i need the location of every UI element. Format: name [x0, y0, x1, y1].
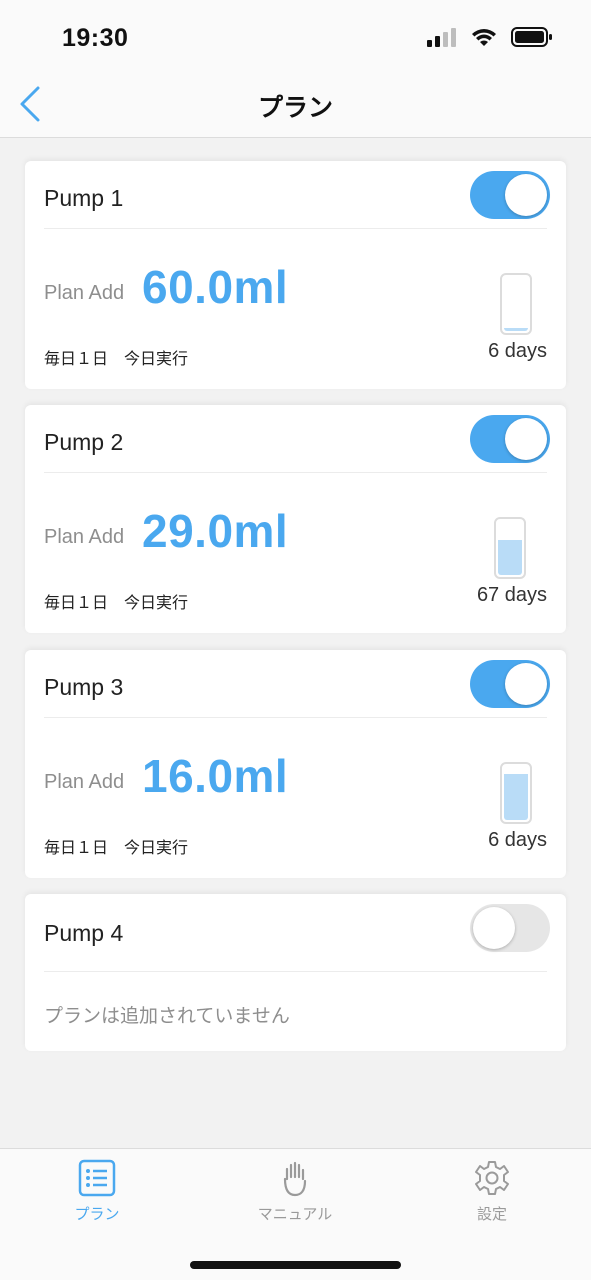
battery-icon [511, 27, 552, 47]
pump-card-1[interactable]: Pump 1 Plan Add 60.0ml 毎日１日 今日実行 6 days [25, 161, 566, 389]
plan-label: Plan Add [44, 282, 125, 304]
tab-label: プラン [74, 1206, 120, 1223]
container-fill [504, 327, 528, 331]
status-bar: 19:30 [0, 0, 591, 80]
gear-icon [475, 1161, 509, 1195]
remaining-days: 6 days [488, 829, 547, 851]
tab-settings[interactable]: 設定 [437, 1159, 547, 1229]
page-title: プラン [257, 94, 333, 122]
container-fill [504, 773, 528, 820]
wifi-icon [472, 29, 496, 46]
pump-toggle[interactable] [470, 171, 550, 219]
pump-card-2[interactable]: Pump 2 Plan Add 29.0ml 毎日１日 今日実行 67 days [25, 405, 566, 633]
remaining-days: 6 days [488, 340, 547, 362]
remaining-days: 67 days [476, 584, 547, 606]
pump-toggle[interactable] [470, 415, 550, 463]
container-level-icon [500, 762, 532, 824]
pump-card-header: Pump 3 [44, 650, 550, 718]
status-time: 19:30 [62, 24, 129, 52]
toggle-knob [505, 663, 547, 705]
toggle-knob [473, 907, 515, 949]
plan-amount: 29.0ml [142, 505, 289, 557]
pump-card-header: Pump 4 [44, 894, 550, 972]
pump-card-3[interactable]: Pump 3 Plan Add 16.0ml 毎日１日 今日実行 6 days [25, 650, 566, 878]
schedule-text: 毎日１日 今日実行 [44, 595, 189, 612]
status-icons [427, 27, 553, 47]
no-plan-text: プランは追加されていません [44, 1006, 290, 1027]
container-level-icon [494, 517, 526, 579]
cellular-signal-icon [427, 28, 456, 47]
hand-icon [283, 1161, 307, 1197]
schedule-text: 毎日１日 今日実行 [44, 351, 189, 368]
tab-plan[interactable]: プラン [42, 1159, 152, 1229]
home-indicator[interactable] [190, 1261, 401, 1269]
pump-name: Pump 3 [44, 674, 124, 700]
schedule-text: 毎日１日 今日実行 [44, 840, 189, 857]
pump-toggle[interactable] [470, 660, 550, 708]
pump-card-4[interactable]: Pump 4 プランは追加されていません [25, 894, 566, 1051]
pump-name: Pump 2 [44, 429, 124, 455]
toggle-knob [505, 418, 547, 460]
container-level-icon [500, 273, 532, 335]
pump-name: Pump 1 [44, 185, 124, 211]
plan-label: Plan Add [44, 526, 125, 548]
tab-label: マニュアル [257, 1206, 333, 1223]
tab-label: 設定 [476, 1206, 507, 1223]
plan-amount: 16.0ml [142, 750, 289, 802]
list-icon [78, 1159, 116, 1197]
plan-label: Plan Add [44, 771, 125, 793]
nav-bar: プラン [0, 80, 591, 138]
pump-card-header: Pump 1 [44, 161, 550, 229]
pump-card-header: Pump 2 [44, 405, 550, 473]
pump-name: Pump 4 [44, 920, 124, 946]
container-fill [498, 540, 522, 575]
toggle-knob [505, 174, 547, 216]
pump-toggle[interactable] [470, 904, 550, 952]
plan-amount: 60.0ml [142, 261, 289, 313]
tab-manual[interactable]: マニュアル [240, 1159, 350, 1229]
